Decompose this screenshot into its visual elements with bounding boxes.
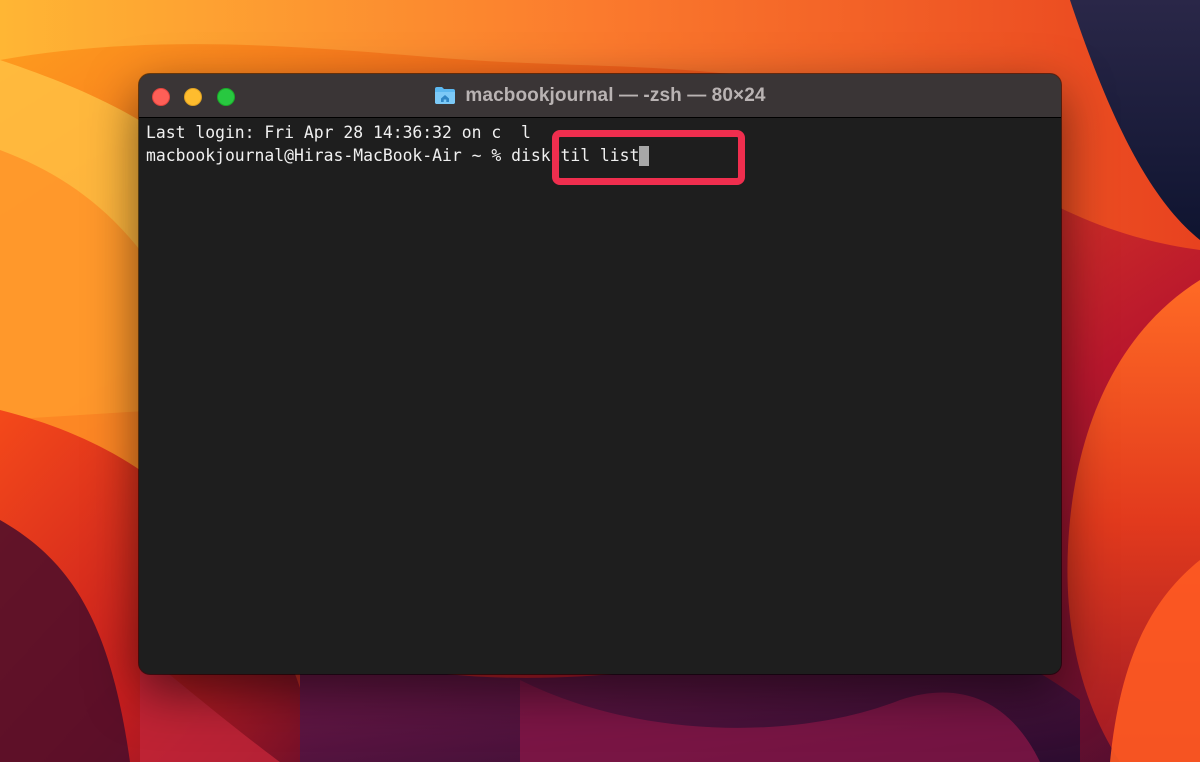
last-login-tail: l: [521, 123, 531, 142]
command-highlight-box: [552, 130, 745, 185]
terminal-output[interactable]: Last login: Fri Apr 28 14:36:32 on c l m…: [139, 118, 1061, 674]
last-login-line: Last login: Fri Apr 28 14:36:32 on c l: [146, 123, 531, 143]
last-login-text: Last login: Fri Apr 28 14:36:32 on c: [146, 123, 502, 142]
home-folder-icon: [435, 87, 456, 104]
window-title: macbookjournal — -zsh — 80×24: [465, 85, 766, 106]
title-bar[interactable]: macbookjournal — -zsh — 80×24: [139, 74, 1061, 118]
shell-prompt: macbookjournal@Hiras-MacBook-Air ~ %: [146, 146, 512, 165]
window-title-group: macbookjournal — -zsh — 80×24: [139, 74, 1061, 118]
